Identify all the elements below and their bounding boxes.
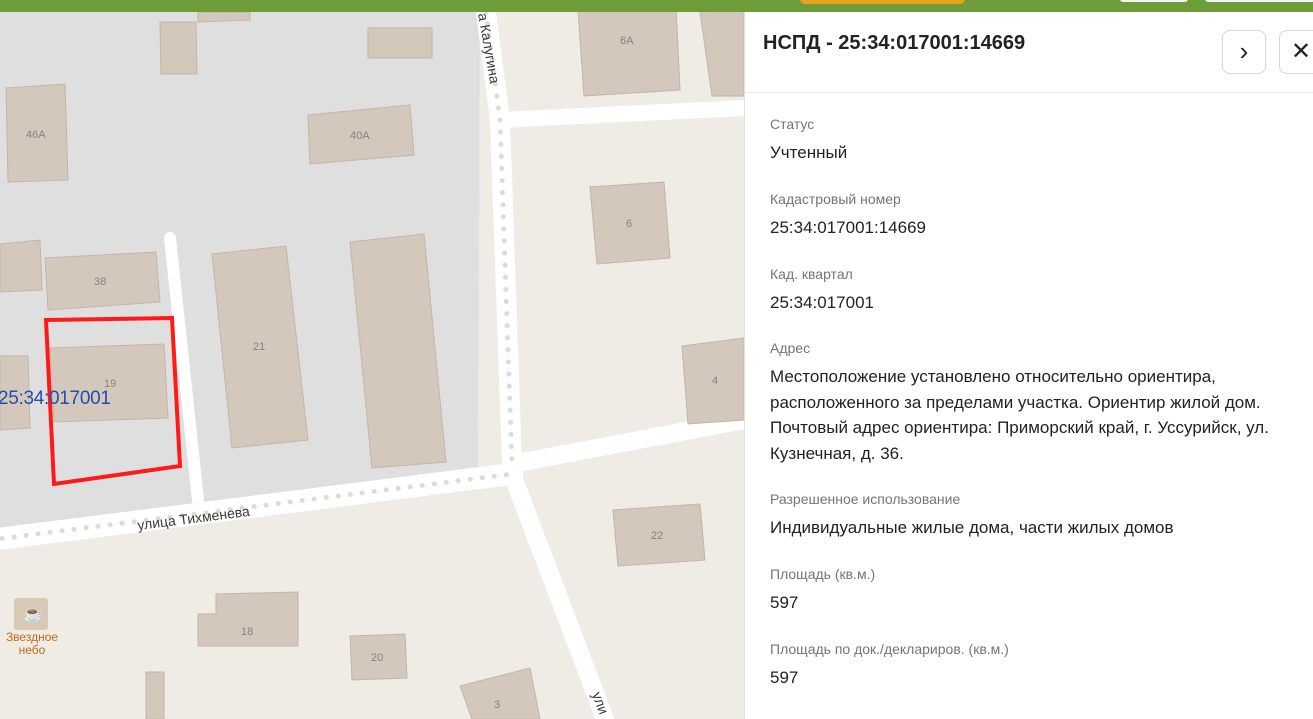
field-declared-area: Площадь по док./деклариров. (кв.м.) 597 [770,641,1295,691]
building [699,12,744,97]
toolbar-highlight-button[interactable] [800,0,965,4]
field-value: Учтенный [770,143,848,162]
field-value: 597 [770,668,799,687]
building [197,12,251,23]
top-toolbar-strip [0,0,1313,12]
field-value: Местоположение установлено относительно … [770,367,1269,463]
building [145,671,165,719]
field-address: Адрес Местоположение установлено относит… [770,340,1295,466]
chevron-right-icon: › [1239,36,1249,66]
road [492,100,744,128]
building [159,21,198,75]
house-number: 6 [626,218,632,230]
field-label: Площадь (кв.м.) [770,566,876,582]
field-label: Статус [770,116,815,132]
field-permitted-use: Разрешенное использование Индивидуальные… [770,491,1295,541]
cafe-cup-icon[interactable]: ☕ [14,598,48,630]
house-number: 40А [350,130,370,142]
building [367,27,433,59]
panel-header: НСПД - 25:34:017001:14669 › ✕ [745,12,1313,93]
field-area: Площадь (кв.м.) 597 [770,566,1295,616]
building-6a [577,12,681,97]
close-button[interactable]: ✕ [1279,30,1313,74]
house-number: 21 [253,341,265,353]
house-number: 20 [371,652,383,664]
building [0,239,43,293]
field-value: 25:34:017001:14669 [770,218,926,237]
parcel-cadastral-label: 25:34:017001 [0,388,111,409]
house-number: 46А [26,129,46,141]
field-label: Кадастровый номер [770,191,901,207]
field-label: Кад. квартал [770,266,853,282]
field-label: Площадь по док./деклариров. (кв.м.) [770,641,1009,657]
field-value: 25:34:017001 [770,293,874,312]
field-value: Индивидуальные жилые дома, части жилых д… [770,518,1174,537]
poi-label[interactable]: Звездное небо [0,631,64,657]
field-cadastral-number: Кадастровый номер 25:34:017001:14669 [770,191,1295,241]
house-number: 22 [651,530,663,542]
house-number: 18 [241,626,253,638]
house-number: 38 [94,276,106,288]
field-status: Статус Учтенный [770,116,1295,166]
info-panel: НСПД - 25:34:017001:14669 › ✕ Статус Учт… [744,12,1313,719]
toolbar-tab[interactable] [1205,0,1313,2]
next-button[interactable]: › [1222,30,1266,74]
field-label: Разрешенное использование [770,491,961,507]
house-number: 3 [494,699,500,711]
house-number: 4 [712,375,718,387]
road [503,411,744,473]
field-label: Адрес [770,340,811,356]
close-icon: ✕ [1290,38,1312,65]
map-view[interactable]: 6А 46А 40А 6 38 21 19 4 22 18 20 3 улица… [0,12,744,719]
poi-name-line: небо [18,643,46,657]
map-canvas[interactable]: 6А 46А 40А 6 38 21 19 4 22 18 20 3 улица… [0,12,744,719]
field-value: 597 [770,593,799,612]
toolbar-tab[interactable] [1120,0,1188,2]
building-3 [459,667,541,719]
field-cadastral-quarter: Кад. квартал 25:34:017001 [770,266,1295,316]
house-number: 6А [620,35,634,47]
panel-title: НСПД - 25:34:017001:14669 [763,32,1026,54]
